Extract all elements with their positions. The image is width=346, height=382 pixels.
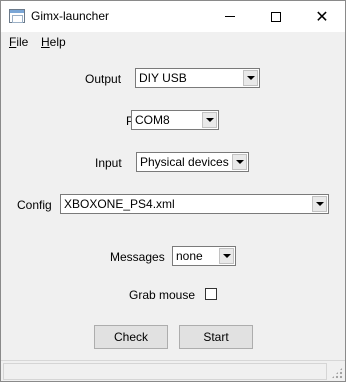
grab-mouse-checkbox[interactable] <box>205 288 217 300</box>
output-label: Output <box>85 72 122 86</box>
menu-help[interactable]: Help <box>41 35 66 49</box>
messages-dropdown-arrow[interactable] <box>219 248 234 264</box>
menu-help-label: elp <box>49 35 66 49</box>
chevron-down-icon <box>205 118 214 122</box>
start-button[interactable]: Start <box>179 325 253 349</box>
config-label: Config <box>17 198 52 212</box>
status-text <box>3 363 327 380</box>
port-select[interactable]: COM8 <box>131 110 219 130</box>
maximize-button[interactable] <box>253 1 299 32</box>
input-dropdown-arrow[interactable] <box>232 154 247 170</box>
messages-select-value: none <box>176 249 203 263</box>
input-select[interactable]: Physical devices <box>136 152 249 172</box>
chevron-down-icon <box>315 202 324 206</box>
chevron-down-icon <box>246 76 255 80</box>
output-select-value: DIY USB <box>139 71 187 85</box>
minimize-button[interactable] <box>207 1 253 32</box>
input-select-value: Physical devices <box>140 155 229 169</box>
config-dropdown-arrow[interactable] <box>312 196 327 212</box>
output-select[interactable]: DIY USB <box>135 68 260 88</box>
config-select[interactable]: XBOXONE_PS4.xml <box>60 194 329 214</box>
port-dropdown-arrow[interactable] <box>202 112 217 128</box>
menu-help-mnemonic: H <box>41 35 50 49</box>
port-select-value: COM8 <box>135 113 170 127</box>
messages-select[interactable]: none <box>172 246 236 266</box>
menu-file-label: ile <box>16 35 29 49</box>
close-button[interactable]: ✕ <box>299 1 345 32</box>
app-window: Gimx-launcher ✕ File Help Output DIY USB… <box>0 0 346 382</box>
maximize-icon <box>271 11 281 22</box>
messages-label: Messages <box>110 250 165 264</box>
app-icon <box>9 9 25 23</box>
status-bar <box>1 360 345 381</box>
menu-bar: File Help <box>1 32 345 52</box>
input-label: Input <box>95 156 122 170</box>
close-icon: ✕ <box>315 6 329 26</box>
config-select-value: XBOXONE_PS4.xml <box>64 197 175 211</box>
grab-mouse-label: Grab mouse <box>129 288 196 302</box>
resize-grip-icon[interactable] <box>331 367 343 379</box>
chevron-down-icon <box>222 254 231 258</box>
window-title: Gimx-launcher <box>31 9 110 23</box>
check-button[interactable]: Check <box>94 325 168 349</box>
menu-file[interactable]: File <box>9 35 28 49</box>
output-dropdown-arrow[interactable] <box>243 70 258 86</box>
title-bar[interactable]: Gimx-launcher ✕ <box>1 1 345 32</box>
chevron-down-icon <box>235 160 244 164</box>
minimize-icon <box>225 16 235 17</box>
